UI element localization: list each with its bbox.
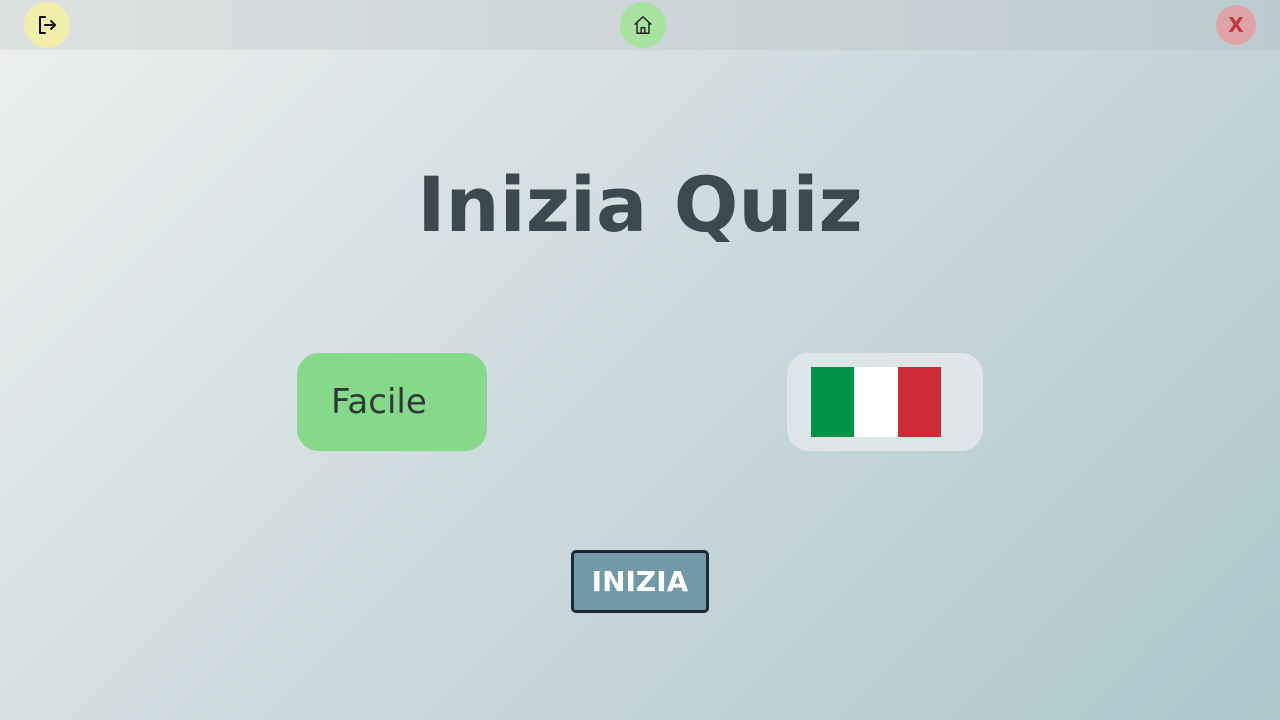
start-button[interactable]: INIZIA xyxy=(571,550,709,613)
top-bar: X xyxy=(0,0,1280,50)
flag-red-stripe xyxy=(897,367,941,437)
difficulty-label: Facile xyxy=(331,382,427,422)
language-button[interactable] xyxy=(787,353,983,451)
italy-flag-icon xyxy=(811,367,941,437)
close-label: X xyxy=(1228,13,1244,37)
difficulty-button[interactable]: Facile xyxy=(297,353,487,451)
logout-button[interactable] xyxy=(24,2,70,48)
logout-icon xyxy=(39,16,56,34)
start-label: INIZIA xyxy=(591,565,689,598)
close-button[interactable]: X xyxy=(1216,5,1256,45)
flag-white-stripe xyxy=(854,367,898,437)
home-button[interactable] xyxy=(620,2,666,48)
flag-green-stripe xyxy=(811,367,855,437)
home-icon xyxy=(634,16,652,34)
page-title: Inizia Quiz xyxy=(417,160,863,249)
